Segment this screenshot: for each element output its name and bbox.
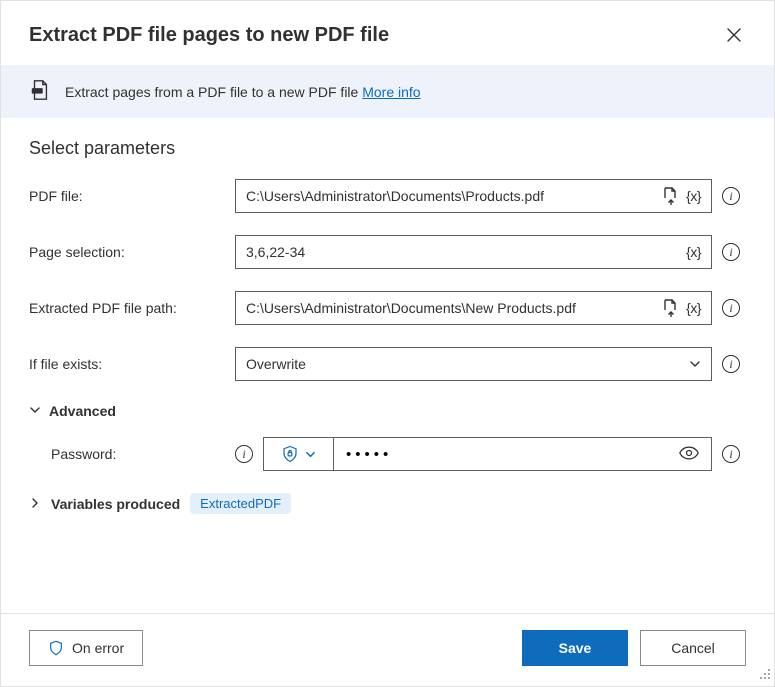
variable-picker-button[interactable]: {x} [686, 244, 701, 260]
close-icon [727, 28, 741, 42]
password-mode-dropdown[interactable] [264, 438, 334, 470]
variable-picker-button[interactable]: {x} [686, 188, 701, 204]
dialog-footer: On error Save Cancel [1, 613, 774, 686]
select-if-exists-value: Overwrite [246, 356, 306, 372]
cancel-label: Cancel [671, 640, 715, 656]
row-pdf-file: PDF file: {x} i [29, 179, 746, 213]
shield-icon [48, 640, 64, 656]
svg-text:PDF: PDF [33, 88, 42, 93]
label-extracted-path: Extracted PDF file path: [29, 300, 229, 316]
variable-badge[interactable]: ExtractedPDF [190, 493, 291, 514]
input-extracted-path-wrap: {x} [235, 291, 712, 325]
info-page-selection[interactable]: i [722, 243, 740, 261]
label-page-selection: Page selection: [29, 244, 229, 260]
chevron-down-icon [29, 403, 41, 419]
input-pdf-file[interactable] [236, 180, 662, 212]
select-if-exists[interactable]: Overwrite [235, 347, 712, 381]
dialog-title: Extract PDF file pages to new PDF file [29, 24, 389, 47]
chevron-right-icon [29, 496, 41, 512]
toggle-variables-produced[interactable]: Variables produced ExtractedPDF [29, 493, 746, 514]
label-pdf-file: PDF file: [29, 188, 229, 204]
pdf-icon: PDF [29, 79, 51, 104]
info-banner: PDF Extract pages from a PDF file to a n… [1, 65, 774, 118]
eye-icon [679, 446, 699, 460]
input-password[interactable] [334, 446, 667, 463]
input-extracted-path[interactable] [236, 292, 662, 324]
row-if-exists: If file exists: Overwrite i [29, 347, 746, 381]
reveal-password-button[interactable] [667, 446, 711, 463]
banner-description: Extract pages from a PDF file to a new P… [65, 84, 362, 100]
info-extracted-path[interactable]: i [722, 299, 740, 317]
on-error-button[interactable]: On error [29, 630, 143, 666]
save-label: Save [559, 640, 592, 656]
shield-lock-icon [281, 445, 299, 463]
dialog-header: Extract PDF file pages to new PDF file [1, 1, 774, 65]
save-button[interactable]: Save [522, 630, 628, 666]
section-title: Select parameters [29, 138, 746, 159]
on-error-label: On error [72, 640, 124, 656]
info-if-exists[interactable]: i [722, 355, 740, 373]
content-area: Select parameters PDF file: [1, 118, 774, 613]
variable-picker-button[interactable]: {x} [686, 300, 701, 316]
row-extracted-path: Extracted PDF file path: {x} [29, 291, 746, 325]
input-page-selection-wrap: {x} [235, 235, 712, 269]
row-page-selection: Page selection: {x} i [29, 235, 746, 269]
label-password: Password: [51, 446, 229, 462]
chevron-down-icon [689, 358, 701, 370]
close-button[interactable] [722, 23, 746, 47]
row-password: Password: i [51, 437, 746, 471]
file-picker-icon [662, 187, 678, 205]
info-password-right[interactable]: i [722, 445, 740, 463]
advanced-section: Password: i [29, 437, 746, 471]
file-picker-icon [662, 299, 678, 317]
banner-text: Extract pages from a PDF file to a new P… [65, 84, 421, 100]
chevron-down-icon [305, 449, 316, 460]
cancel-button[interactable]: Cancel [640, 630, 746, 666]
file-picker-button[interactable] [662, 299, 678, 317]
label-variables-produced: Variables produced [51, 496, 180, 512]
info-pdf-file[interactable]: i [722, 187, 740, 205]
label-if-exists: If file exists: [29, 356, 229, 372]
label-advanced: Advanced [49, 403, 116, 419]
info-password-left[interactable]: i [235, 445, 253, 463]
more-info-link[interactable]: More info [362, 84, 420, 100]
password-box [263, 437, 712, 471]
dialog: Extract PDF file pages to new PDF file P… [0, 0, 775, 687]
toggle-advanced[interactable]: Advanced [29, 403, 746, 419]
input-pdf-file-wrap: {x} [235, 179, 712, 213]
file-picker-button[interactable] [662, 187, 678, 205]
input-page-selection[interactable] [236, 236, 686, 268]
